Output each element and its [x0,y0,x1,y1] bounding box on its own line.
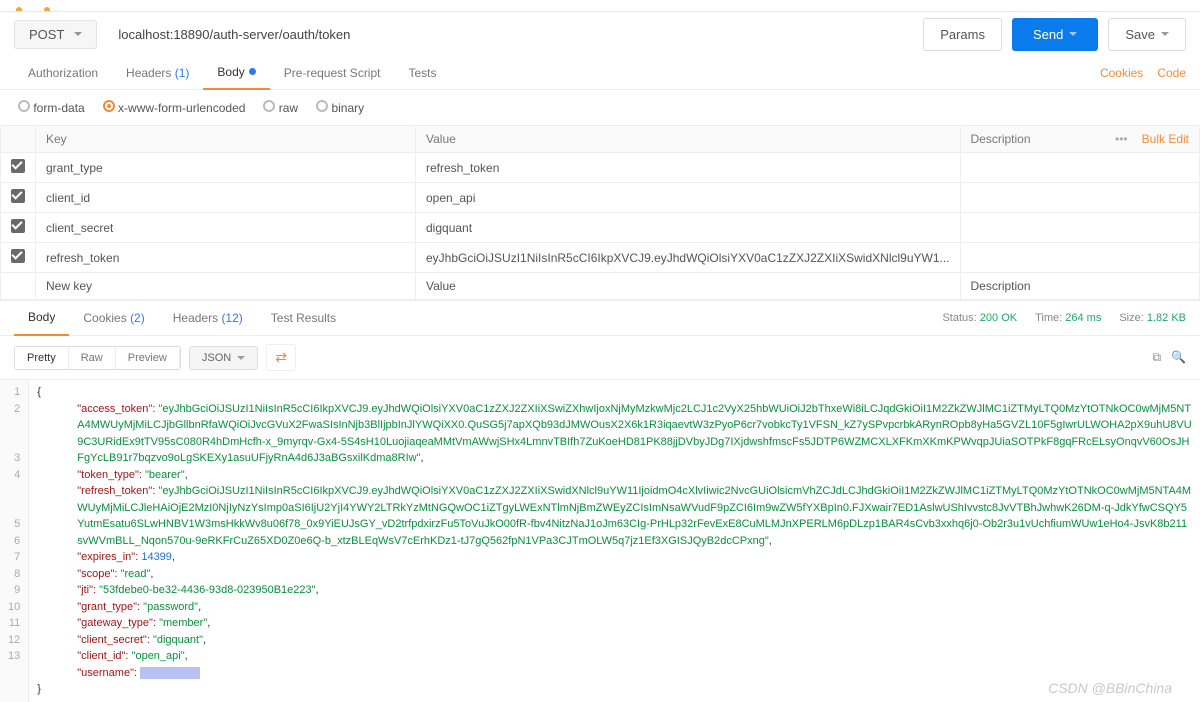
method-label: POST [29,27,64,42]
radio-raw[interactable]: raw [263,100,298,115]
lang-select[interactable]: JSON [189,346,258,370]
tab-prerequest[interactable]: Pre-request Script [270,56,395,90]
tab-body[interactable]: Body [203,56,269,90]
watermark: CSDN @BBinChina [1048,680,1172,696]
size-value: 1.82 KB [1147,312,1186,324]
param-key[interactable]: grant_type [36,153,416,183]
radio-binary[interactable]: binary [316,100,364,115]
checkbox-icon[interactable] [11,219,25,233]
format-bar: Pretty Raw Preview JSON ⇄ ⧉ 🔍 [0,336,1200,379]
param-desc[interactable] [960,183,1200,213]
headers-count: (1) [175,66,190,80]
request-bar: POST localhost:18890/auth-server/oauth/t… [0,12,1200,56]
checkbox-icon[interactable] [11,249,25,263]
col-desc: Description Bulk Edit ••• [960,126,1200,153]
search-icon[interactable]: 🔍 [1171,350,1186,365]
param-value[interactable]: open_api [416,183,961,213]
param-desc[interactable] [960,213,1200,243]
method-selector[interactable]: POST [14,20,97,49]
tab-headers-label: Headers [126,66,171,80]
url-input[interactable]: localhost:18890/auth-server/oauth/token [107,20,913,49]
tab-headers[interactable]: Headers (1) [112,56,203,90]
view-segment: Pretty Raw Preview [14,346,181,370]
redacted-value [140,667,200,679]
chevron-down-icon [1161,32,1169,36]
resp-tab-cookies[interactable]: Cookies (2) [69,300,158,336]
save-button[interactable]: Save [1108,18,1186,51]
code-link[interactable]: Code [1157,66,1186,80]
param-value[interactable]: digquant [416,213,961,243]
table-row: client_idopen_api [1,183,1200,213]
radio-formdata[interactable]: form-data [18,100,85,115]
checkbox-icon[interactable] [11,159,25,173]
new-value-input[interactable]: Value [416,273,961,300]
tab-body-label: Body [217,65,244,79]
more-icon[interactable]: ••• [1115,132,1128,146]
chevron-down-icon [1069,32,1077,36]
param-key[interactable]: client_secret [36,213,416,243]
raw-btn[interactable]: Raw [69,347,116,369]
table-row: refresh_tokeneyJhbGciOiJSUzI1NiIsInR5cCI… [1,243,1200,273]
cookies-link[interactable]: Cookies [1100,66,1143,80]
tab-authorization[interactable]: Authorization [14,56,112,90]
param-value[interactable]: refresh_token [416,153,961,183]
tab-tests[interactable]: Tests [394,56,450,90]
response-tabs: Body Cookies (2) Headers (12) Test Resul… [0,300,1200,336]
params-table: Key Value Description Bulk Edit ••• gran… [0,125,1200,300]
param-desc[interactable] [960,153,1200,183]
param-value[interactable]: eyJhbGciOiJSUzI1NiIsInR5cCI6IkpXVCJ9.eyJ… [416,243,961,273]
wrap-icon[interactable]: ⇄ [266,344,296,371]
pretty-btn[interactable]: Pretty [15,347,69,369]
copy-icon[interactable]: ⧉ [1152,350,1161,365]
request-subtabs: Authorization Headers (1) Body Pre-reque… [0,56,1200,90]
send-button[interactable]: Send [1012,18,1098,51]
status-value: 200 OK [980,312,1017,324]
params-button[interactable]: Params [923,18,1002,51]
radio-urlencoded[interactable]: x-www-form-urlencoded [103,100,246,115]
save-label: Save [1125,27,1155,42]
col-value: Value [416,126,961,153]
checkbox-icon[interactable] [11,189,25,203]
new-key-input[interactable]: New key [36,273,416,300]
body-indicator-dot [249,68,256,75]
table-row: client_secretdigquant [1,213,1200,243]
param-key[interactable]: refresh_token [36,243,416,273]
resp-tab-body[interactable]: Body [14,300,69,336]
param-key[interactable]: client_id [36,183,416,213]
preview-btn[interactable]: Preview [116,347,180,369]
table-row: grant_typerefresh_token [1,153,1200,183]
param-desc[interactable] [960,243,1200,273]
tab-bar [0,0,1200,12]
resp-tab-headers[interactable]: Headers (12) [159,300,257,336]
body-type-row: form-data x-www-form-urlencoded raw bina… [0,90,1200,125]
bulk-edit-link[interactable]: Bulk Edit [1142,132,1189,146]
resp-tab-results[interactable]: Test Results [257,300,350,336]
response-body: 12 34 5678910111213 { "access_token": "e… [0,379,1200,702]
col-key: Key [36,126,416,153]
send-label: Send [1033,27,1063,42]
chevron-down-icon [74,32,82,36]
new-desc-input[interactable]: Description [960,273,1200,300]
time-value: 264 ms [1065,312,1101,324]
